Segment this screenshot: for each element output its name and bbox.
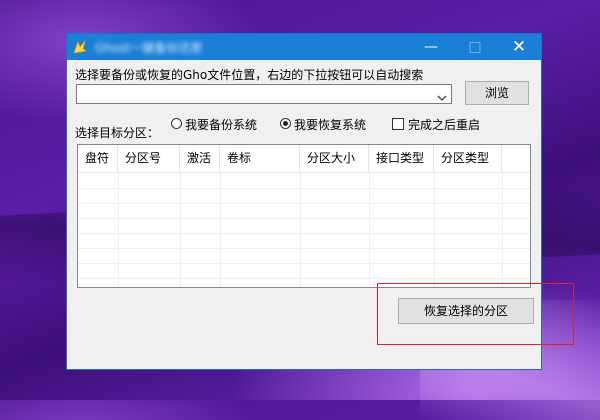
column-divider (434, 172, 435, 287)
column-header-partition-size[interactable]: 分区大小 (300, 145, 369, 172)
column-header-volume-label[interactable]: 卷标 (220, 145, 300, 172)
row-divider (78, 188, 530, 189)
column-header-partition-type[interactable]: 分区类型 (434, 145, 502, 172)
gho-path-combobox[interactable] (76, 84, 452, 104)
browse-button[interactable]: 浏览 (465, 81, 529, 105)
app-logo-icon (72, 39, 88, 55)
title-bar[interactable]: Ghost一键备份还原 — □ ✕ (67, 34, 541, 60)
column-divider (300, 172, 301, 287)
restart-after-checkbox[interactable] (392, 118, 404, 130)
column-divider (502, 172, 503, 287)
minimize-button[interactable]: — (411, 34, 451, 60)
column-header-active[interactable]: 激活 (180, 145, 220, 172)
column-header-partition-no[interactable]: 分区号 (118, 145, 180, 172)
radio-selected-dot (283, 121, 288, 126)
restore-system-radio[interactable] (280, 118, 291, 129)
row-divider (78, 263, 530, 264)
column-divider (220, 172, 221, 287)
column-divider (369, 172, 370, 287)
window-title: Ghost一键备份还原 (95, 41, 203, 55)
gho-file-prompt: 选择要备份或恢复的Gho文件位置，右边的下拉按钮可以自动搜索 (75, 68, 424, 82)
column-divider (180, 172, 181, 287)
column-header-drive[interactable]: 盘符 (78, 145, 118, 172)
backup-system-label[interactable]: 我要备份系统 (185, 116, 257, 133)
column-divider (118, 172, 119, 287)
backup-system-radio[interactable] (171, 118, 182, 129)
close-button[interactable]: ✕ (499, 34, 539, 60)
partition-list[interactable]: 盘符 分区号 激活 卷标 分区大小 接口类型 分区类型 (77, 144, 531, 288)
row-divider (78, 248, 530, 249)
row-divider (78, 218, 530, 219)
target-partition-label: 选择目标分区： (75, 126, 160, 140)
restart-after-label[interactable]: 完成之后重启 (408, 116, 480, 133)
restore-system-label[interactable]: 我要恢复系统 (294, 116, 366, 133)
row-divider (78, 278, 530, 279)
column-header-interface-type[interactable]: 接口类型 (369, 145, 434, 172)
partition-list-header: 盘符 分区号 激活 卷标 分区大小 接口类型 分区类型 (78, 145, 530, 173)
row-divider (78, 203, 530, 204)
chevron-down-icon[interactable] (437, 88, 447, 101)
row-divider (78, 233, 530, 234)
maximize-button[interactable]: □ (455, 34, 495, 60)
highlight-annotation-box (377, 283, 574, 345)
